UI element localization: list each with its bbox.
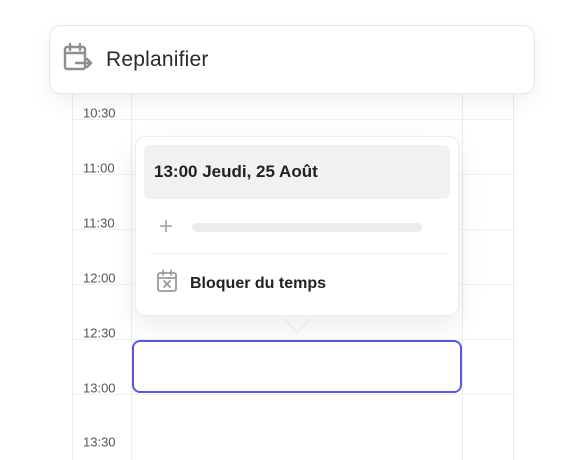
add-event-row[interactable]: +: [156, 215, 422, 239]
time-label: 11:30: [83, 215, 115, 231]
time-label: 10:30: [83, 105, 116, 121]
time-label: 13:00: [83, 380, 116, 396]
grid-line: [73, 394, 513, 395]
time-label: 12:00: [83, 270, 116, 286]
plus-icon[interactable]: +: [156, 215, 176, 239]
time-gutter-divider: [131, 60, 132, 460]
time-label: 11:00: [83, 160, 115, 176]
reschedule-title: Replanifier: [106, 47, 209, 71]
column-divider: [462, 60, 463, 460]
block-time-label: Bloquer du temps: [190, 274, 327, 292]
selected-time-slot[interactable]: [132, 340, 462, 393]
popover-datetime[interactable]: 13:00 Jeudi, 25 Août: [144, 145, 450, 199]
grid-line: [73, 119, 513, 120]
time-label: 12:30: [83, 325, 116, 341]
calendar-reschedule-icon: [62, 41, 94, 78]
slot-popover: 13:00 Jeudi, 25 Août + Bloquer du temps: [135, 136, 459, 316]
title-placeholder: [192, 222, 422, 232]
block-time-button[interactable]: Bloquer du temps: [156, 269, 326, 298]
divider: [150, 253, 448, 254]
datetime-label: 13:00 Jeudi, 25 Août: [154, 162, 318, 181]
reschedule-card[interactable]: Replanifier: [49, 25, 535, 94]
calendar-x-icon: [156, 269, 178, 298]
time-label: 13:30: [83, 434, 116, 450]
